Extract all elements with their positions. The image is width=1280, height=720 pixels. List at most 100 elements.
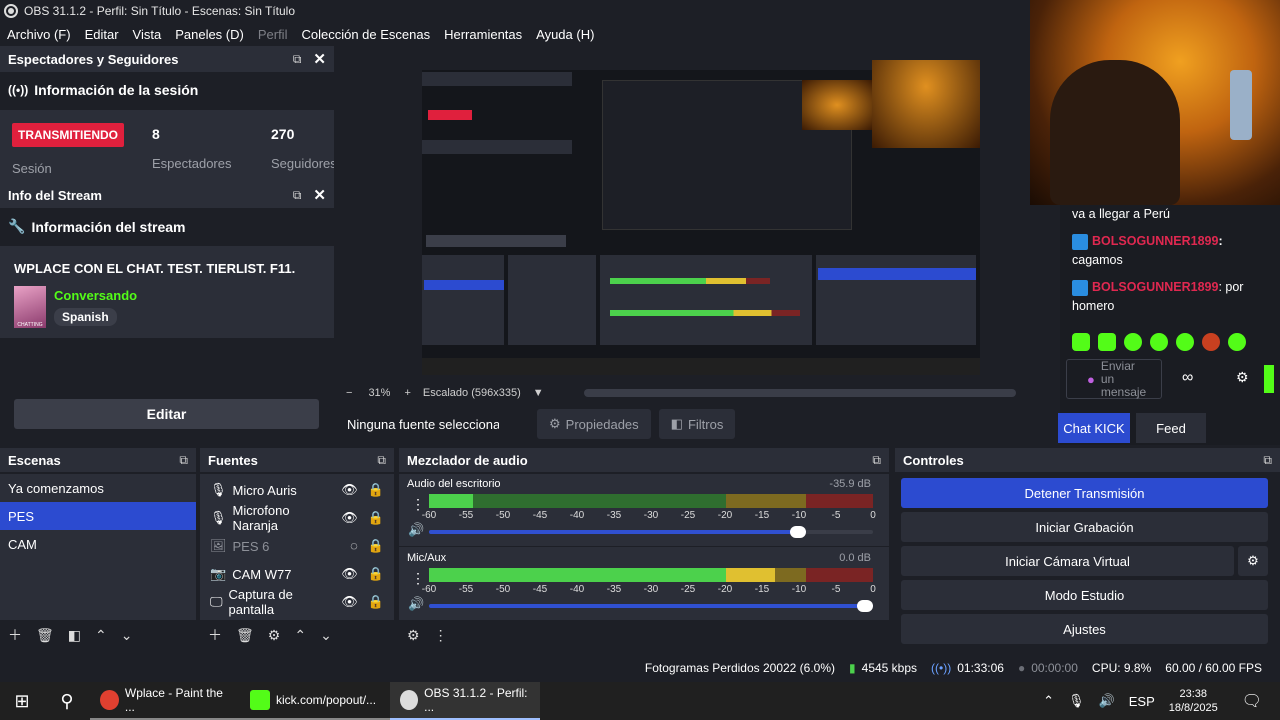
emote-icon[interactable] (1150, 333, 1168, 351)
source-item[interactable]: 🎙 Microfono Naranja 👁 🔒 (200, 503, 394, 533)
menu-vista[interactable]: Vista (126, 27, 169, 42)
filters-button[interactable]: ◧ Filtros (658, 409, 736, 439)
send-button[interactable] (1264, 365, 1274, 393)
microphone-icon[interactable]: 🎙 (1068, 693, 1085, 709)
search-icon[interactable]: ⚲ (44, 691, 90, 712)
eye-icon[interactable]: 👁 (341, 566, 358, 582)
scenes-list: Ya comenzamos PES CAM (0, 474, 196, 620)
taskbar-app-obs[interactable]: OBS 31.1.2 - Perfil: ... (390, 682, 540, 720)
properties-button[interactable]: ⚙ Propiedades (537, 409, 651, 439)
scene-item[interactable]: PES (0, 502, 196, 530)
chat-input[interactable]: ● Enviar un mensaje (1066, 359, 1162, 399)
meter-tick-label: -60 (421, 584, 437, 595)
volume-slider[interactable] (429, 526, 873, 538)
scene-item[interactable]: Ya comenzamos (0, 474, 196, 502)
float-dock-icon[interactable]: ⧉ (293, 188, 302, 203)
lock-icon[interactable]: 🔒 (368, 566, 384, 582)
input-language[interactable]: ESP (1129, 694, 1155, 709)
speaker-icon[interactable]: 🔊 (1099, 693, 1115, 709)
lock-icon[interactable]: 🔒 (368, 482, 384, 498)
menu-ayuda[interactable]: Ayuda (H) (529, 27, 601, 42)
chevron-up-icon[interactable]: ⌃ (294, 627, 306, 644)
menu-archivo[interactable]: Archivo (F) (0, 27, 78, 42)
float-dock-icon[interactable]: ⧉ (179, 453, 188, 468)
add-icon[interactable]: ＋ (8, 625, 22, 645)
settings-button[interactable]: Ajustes (901, 614, 1268, 644)
emote-icon[interactable] (1228, 333, 1246, 351)
microphone-icon: 🎙 (210, 482, 227, 497)
clock[interactable]: 23:38 18/8/2025 (1169, 687, 1218, 715)
source-item[interactable]: 🎙 Micro Auris 👁 🔒 (200, 476, 394, 504)
emote-icon[interactable] (1124, 333, 1142, 351)
emote-icon[interactable] (1176, 333, 1194, 351)
virtual-camera-settings-button[interactable]: ⚙ (1238, 546, 1268, 576)
eye-icon[interactable]: 👁 (341, 594, 358, 610)
float-dock-icon[interactable]: ⧉ (1263, 453, 1272, 468)
chevron-up-icon[interactable]: ⌃ (1043, 693, 1054, 709)
chevron-down-icon[interactable]: ⌄ (320, 627, 332, 644)
menu-paneles[interactable]: Paneles (D) (168, 27, 251, 42)
chevron-down-icon[interactable]: ⌄ (121, 627, 133, 644)
zoom-in-button[interactable]: + (404, 387, 410, 399)
preview-scrollbar[interactable] (583, 389, 1016, 397)
meter-ticks: -60 -55 -50 -45 -40 -35 -30 -25 -20 -15 -10 -5 0 (422, 584, 876, 596)
notification-icon[interactable]: 🗨 (1242, 691, 1262, 711)
lock-icon[interactable]: 🔒 (368, 594, 384, 610)
menu-editar[interactable]: Editar (78, 27, 126, 42)
float-dock-icon[interactable]: ⧉ (377, 453, 386, 468)
close-icon[interactable]: ✕ (313, 186, 326, 204)
add-icon[interactable]: ＋ (208, 625, 222, 645)
stream-timer: ((•)) 01:33:06 (931, 661, 1004, 675)
trash-icon[interactable]: 🗑 (36, 627, 54, 644)
chat-message: cagamos (1072, 253, 1123, 267)
kebab-menu-icon[interactable]: ⋮ (434, 627, 448, 644)
edit-stream-button[interactable]: Editar (14, 399, 319, 429)
start-virtual-camera-button[interactable]: Iniciar Cámara Virtual (901, 546, 1234, 576)
menu-herramientas[interactable]: Herramientas (437, 27, 529, 42)
eye-icon[interactable]: 👁 (341, 482, 358, 498)
close-icon[interactable]: ✕ (313, 50, 326, 68)
gears-icon[interactable]: ⚙ (407, 627, 420, 644)
windows-start-icon[interactable]: ⊞ (0, 691, 44, 712)
menu-bar: Archivo (F) Editar Vista Paneles (D) Per… (0, 22, 1030, 46)
emote-icon[interactable] (1072, 333, 1090, 351)
volume-slider[interactable] (429, 600, 873, 612)
lock-icon[interactable]: 🔒 (368, 510, 384, 526)
emote-icon[interactable] (1098, 333, 1116, 351)
chevron-down-icon[interactable]: ▼ (533, 387, 544, 399)
stop-streaming-button[interactable]: Detener Transmisión (901, 478, 1268, 508)
source-item[interactable]: 🖼 PES 6 ◌ 🔒 (200, 532, 394, 560)
lock-icon[interactable]: 🔒 (368, 538, 384, 554)
signal-icon: ((•)) (8, 83, 29, 97)
filter-icon[interactable]: ◧ (68, 627, 81, 644)
source-item[interactable]: 📷 CAM W77 👁 🔒 (200, 560, 394, 588)
mini-stop-button (818, 268, 976, 280)
start-recording-button[interactable]: Iniciar Grabación (901, 512, 1268, 542)
microphone-icon[interactable]: ● (1087, 372, 1095, 387)
emote-icon[interactable] (1202, 333, 1220, 351)
taskbar-app-chrome[interactable]: Wplace - Paint the ... (90, 682, 240, 720)
chevron-up-icon[interactable]: ⌃ (95, 627, 107, 644)
source-item[interactable]: 🖵 Captura de pantalla 👁 🔒 (200, 587, 394, 617)
studio-mode-button[interactable]: Modo Estudio (901, 580, 1268, 610)
tab-feed[interactable]: Feed (1136, 413, 1206, 443)
taskbar-app-kick[interactable]: kick.com/popout/... (240, 682, 390, 720)
speaker-icon[interactable]: 🔊 (408, 522, 424, 538)
float-dock-icon[interactable]: ⧉ (293, 52, 302, 67)
gear-icon[interactable]: ⚙ (1236, 369, 1249, 386)
menu-perfil[interactable]: Perfil (251, 27, 295, 42)
trash-icon[interactable]: 🗑 (236, 627, 254, 644)
gear-icon[interactable]: ⚙ (268, 627, 281, 644)
scene-item[interactable]: CAM (0, 530, 196, 558)
float-dock-icon[interactable]: ⧉ (872, 453, 881, 468)
preview-canvas[interactable] (422, 60, 980, 375)
slider-handle[interactable] (857, 600, 873, 612)
tab-chat-kick[interactable]: Chat KICK (1058, 413, 1130, 443)
eye-off-icon[interactable]: ◌ (350, 538, 358, 554)
emote-count[interactable]: ∞ (1182, 369, 1193, 387)
zoom-out-button[interactable]: − (346, 387, 352, 399)
eye-icon[interactable]: 👁 (341, 510, 358, 526)
speaker-icon[interactable]: 🔊 (408, 596, 424, 612)
slider-handle[interactable] (790, 526, 807, 538)
menu-coleccion-escenas[interactable]: Colección de Escenas (294, 27, 437, 42)
